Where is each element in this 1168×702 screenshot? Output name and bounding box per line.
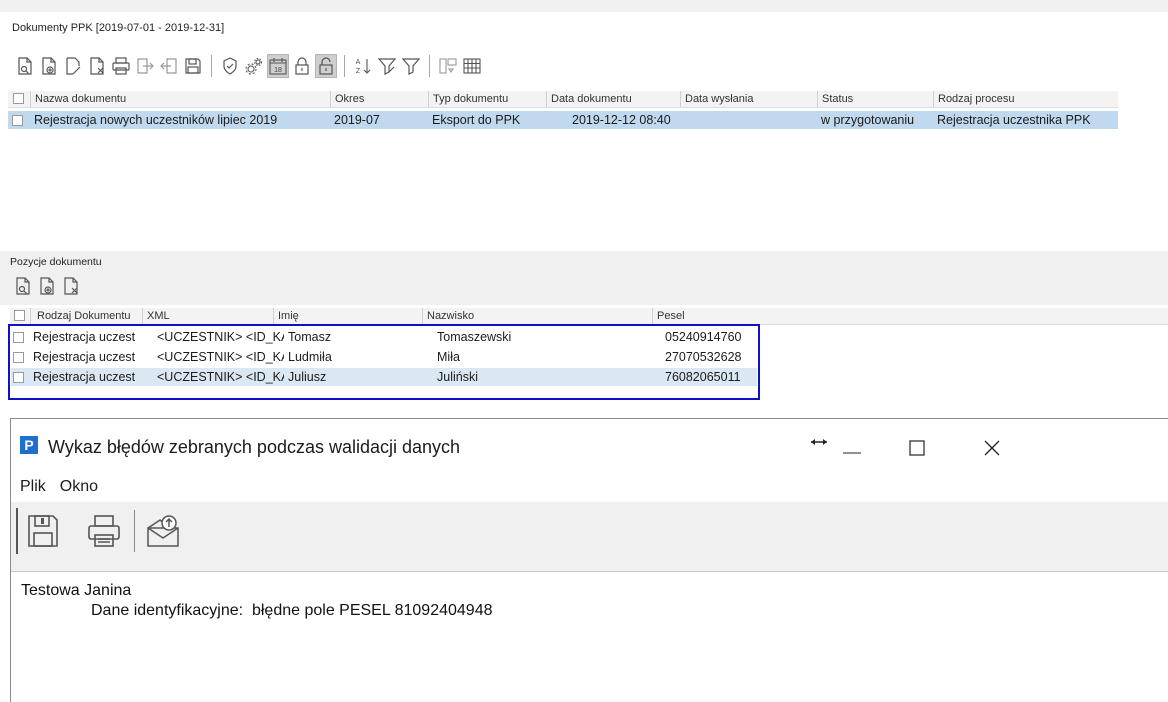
toolbar-separator	[134, 510, 135, 552]
row-checkbox[interactable]	[11, 351, 31, 363]
column-header-last-name[interactable]: Nazwisko	[422, 308, 652, 324]
cell-first-name: Ludmiła	[288, 350, 332, 364]
send-mail-icon[interactable]	[144, 508, 184, 554]
column-chooser-icon[interactable]	[437, 54, 459, 78]
column-header-pesel[interactable]: Pesel	[652, 308, 740, 324]
cell-pesel: 27070532628	[665, 350, 742, 364]
cell-kind: Rejestracja uczest	[33, 330, 136, 344]
column-header-first-name[interactable]: Imię	[273, 308, 422, 324]
cell-first-name: Juliusz	[288, 370, 327, 384]
column-header-name[interactable]: Nazwa dokumentu	[30, 91, 330, 107]
documents-toolbar: 18 AZ	[14, 52, 483, 80]
cell-last-name: Tomaszewski	[437, 330, 512, 344]
toolbar-separator	[344, 55, 345, 77]
header-select-all[interactable]	[10, 308, 30, 324]
calendar-day: 18	[274, 67, 282, 74]
cell-pesel: 05240914760	[665, 330, 742, 344]
column-header-process[interactable]: Rodzaj procesu	[933, 91, 1118, 107]
dialog-toolbar-bg	[11, 502, 1168, 572]
error-person: Testowa Janina	[21, 582, 132, 599]
column-header-kind[interactable]: Rodzaj Dokumentu	[30, 308, 142, 324]
column-header-xml[interactable]: XML	[142, 308, 273, 324]
grid-icon[interactable]	[461, 54, 483, 78]
cell-xml: <UCZESTNIK> <ID_KAD	[157, 350, 284, 364]
top-strip	[0, 0, 1168, 12]
svg-text:A: A	[356, 59, 361, 66]
menu-okno[interactable]: Okno	[60, 478, 98, 496]
maximize-button[interactable]	[906, 436, 932, 460]
shield-icon[interactable]	[219, 54, 241, 78]
header-select-all[interactable]	[8, 91, 30, 107]
save-icon[interactable]	[182, 54, 204, 78]
cell-kind: Rejestracja uczest	[33, 370, 136, 384]
filter-icon[interactable]	[400, 54, 422, 78]
close-button[interactable]	[980, 436, 1006, 460]
positions-grid-header: Rodzaj Dokumentu XML Imię Nazwisko Pesel	[10, 308, 1168, 325]
add-doc-icon[interactable]	[36, 274, 58, 298]
column-header-status[interactable]: Status	[817, 91, 933, 107]
cell-period: 2019-07	[334, 113, 380, 127]
cell-first-name: Tomasz	[288, 330, 332, 344]
print-icon[interactable]	[84, 508, 124, 554]
delete-doc-icon[interactable]	[86, 54, 108, 78]
row-checkbox[interactable]	[8, 114, 30, 126]
toolbar-grip	[16, 508, 18, 554]
edit-doc-icon[interactable]	[62, 54, 84, 78]
table-row[interactable]: Rejestracja nowych uczestników lipiec 20…	[8, 111, 1118, 129]
export-icon[interactable]	[134, 54, 156, 78]
cell-process: Rejestracja uczestnika PPK	[937, 113, 1091, 127]
documents-panel-title: Dokumenty PPK [2019-07-01 - 2019-12-31]	[12, 22, 225, 34]
cell-xml: <UCZESTNIK> <ID_KAD	[157, 370, 284, 384]
cell-pesel: 76082065011	[665, 370, 741, 384]
column-header-doc-date[interactable]: Data dokumentu	[546, 91, 680, 107]
documents-grid-header: Nazwa dokumentu Okres Typ dokumentu Data…	[8, 91, 1118, 108]
row-checkbox[interactable]	[11, 331, 31, 343]
toolbar-separator	[429, 55, 430, 77]
cell-last-name: Juliński	[437, 370, 478, 384]
table-row[interactable]: Rejestracja uczest <UCZESTNIK> <ID_KAD T…	[11, 328, 757, 346]
toolbar-separator	[211, 55, 212, 77]
print-icon[interactable]	[110, 54, 132, 78]
minimize-button[interactable]	[840, 436, 866, 460]
add-doc-icon[interactable]	[38, 54, 60, 78]
cell-doc-date: 2019-12-12 08:40	[572, 113, 671, 127]
positions-toolbar	[12, 272, 82, 300]
import-icon[interactable]	[158, 54, 180, 78]
cell-xml: <UCZESTNIK> <ID_KAD	[157, 330, 284, 344]
preview-doc-icon[interactable]	[14, 54, 36, 78]
column-header-type[interactable]: Typ dokumentu	[428, 91, 546, 107]
table-row[interactable]: Rejestracja uczest <UCZESTNIK> <ID_KAD L…	[11, 348, 757, 366]
cell-type: Eksport do PPK	[432, 113, 521, 127]
svg-text:Z: Z	[356, 68, 361, 75]
row-checkbox[interactable]	[11, 371, 31, 383]
settings-icon[interactable]	[243, 54, 265, 78]
column-header-sent-date[interactable]: Data wysłania	[680, 91, 817, 107]
table-row[interactable]: Rejestracja uczest <UCZESTNIK> <ID_KAD J…	[11, 368, 757, 386]
positions-panel-header	[0, 251, 1168, 305]
filter-edit-icon[interactable]	[376, 54, 398, 78]
sort-az-icon[interactable]: AZ	[352, 54, 374, 78]
column-header-period[interactable]: Okres	[330, 91, 428, 107]
unlock-icon[interactable]	[315, 54, 337, 78]
dialog-menu-bar: Plik Okno	[20, 478, 112, 496]
cell-name: Rejestracja nowych uczestników lipiec 20…	[34, 113, 278, 127]
error-line: Dane identyfikacyjne: błędne pole PESEL …	[91, 602, 493, 619]
cell-last-name: Miła	[437, 350, 460, 364]
calendar-icon[interactable]: 18	[267, 54, 289, 78]
dialog-title: Wykaz błędów zebranych podczas walidacji…	[48, 437, 461, 457]
app-logo-icon: P	[20, 436, 38, 454]
positions-panel-title: Pozycje dokumentu	[10, 256, 102, 268]
lock-icon[interactable]	[291, 54, 313, 78]
preview-doc-icon[interactable]	[12, 274, 34, 298]
save-icon[interactable]	[24, 508, 62, 554]
delete-doc-icon[interactable]	[60, 274, 82, 298]
cell-status: w przygotowaniu	[821, 113, 915, 127]
menu-plik[interactable]: Plik	[20, 478, 46, 496]
cell-kind: Rejestracja uczest	[33, 350, 136, 364]
resize-horizontal-icon[interactable]	[808, 434, 830, 454]
